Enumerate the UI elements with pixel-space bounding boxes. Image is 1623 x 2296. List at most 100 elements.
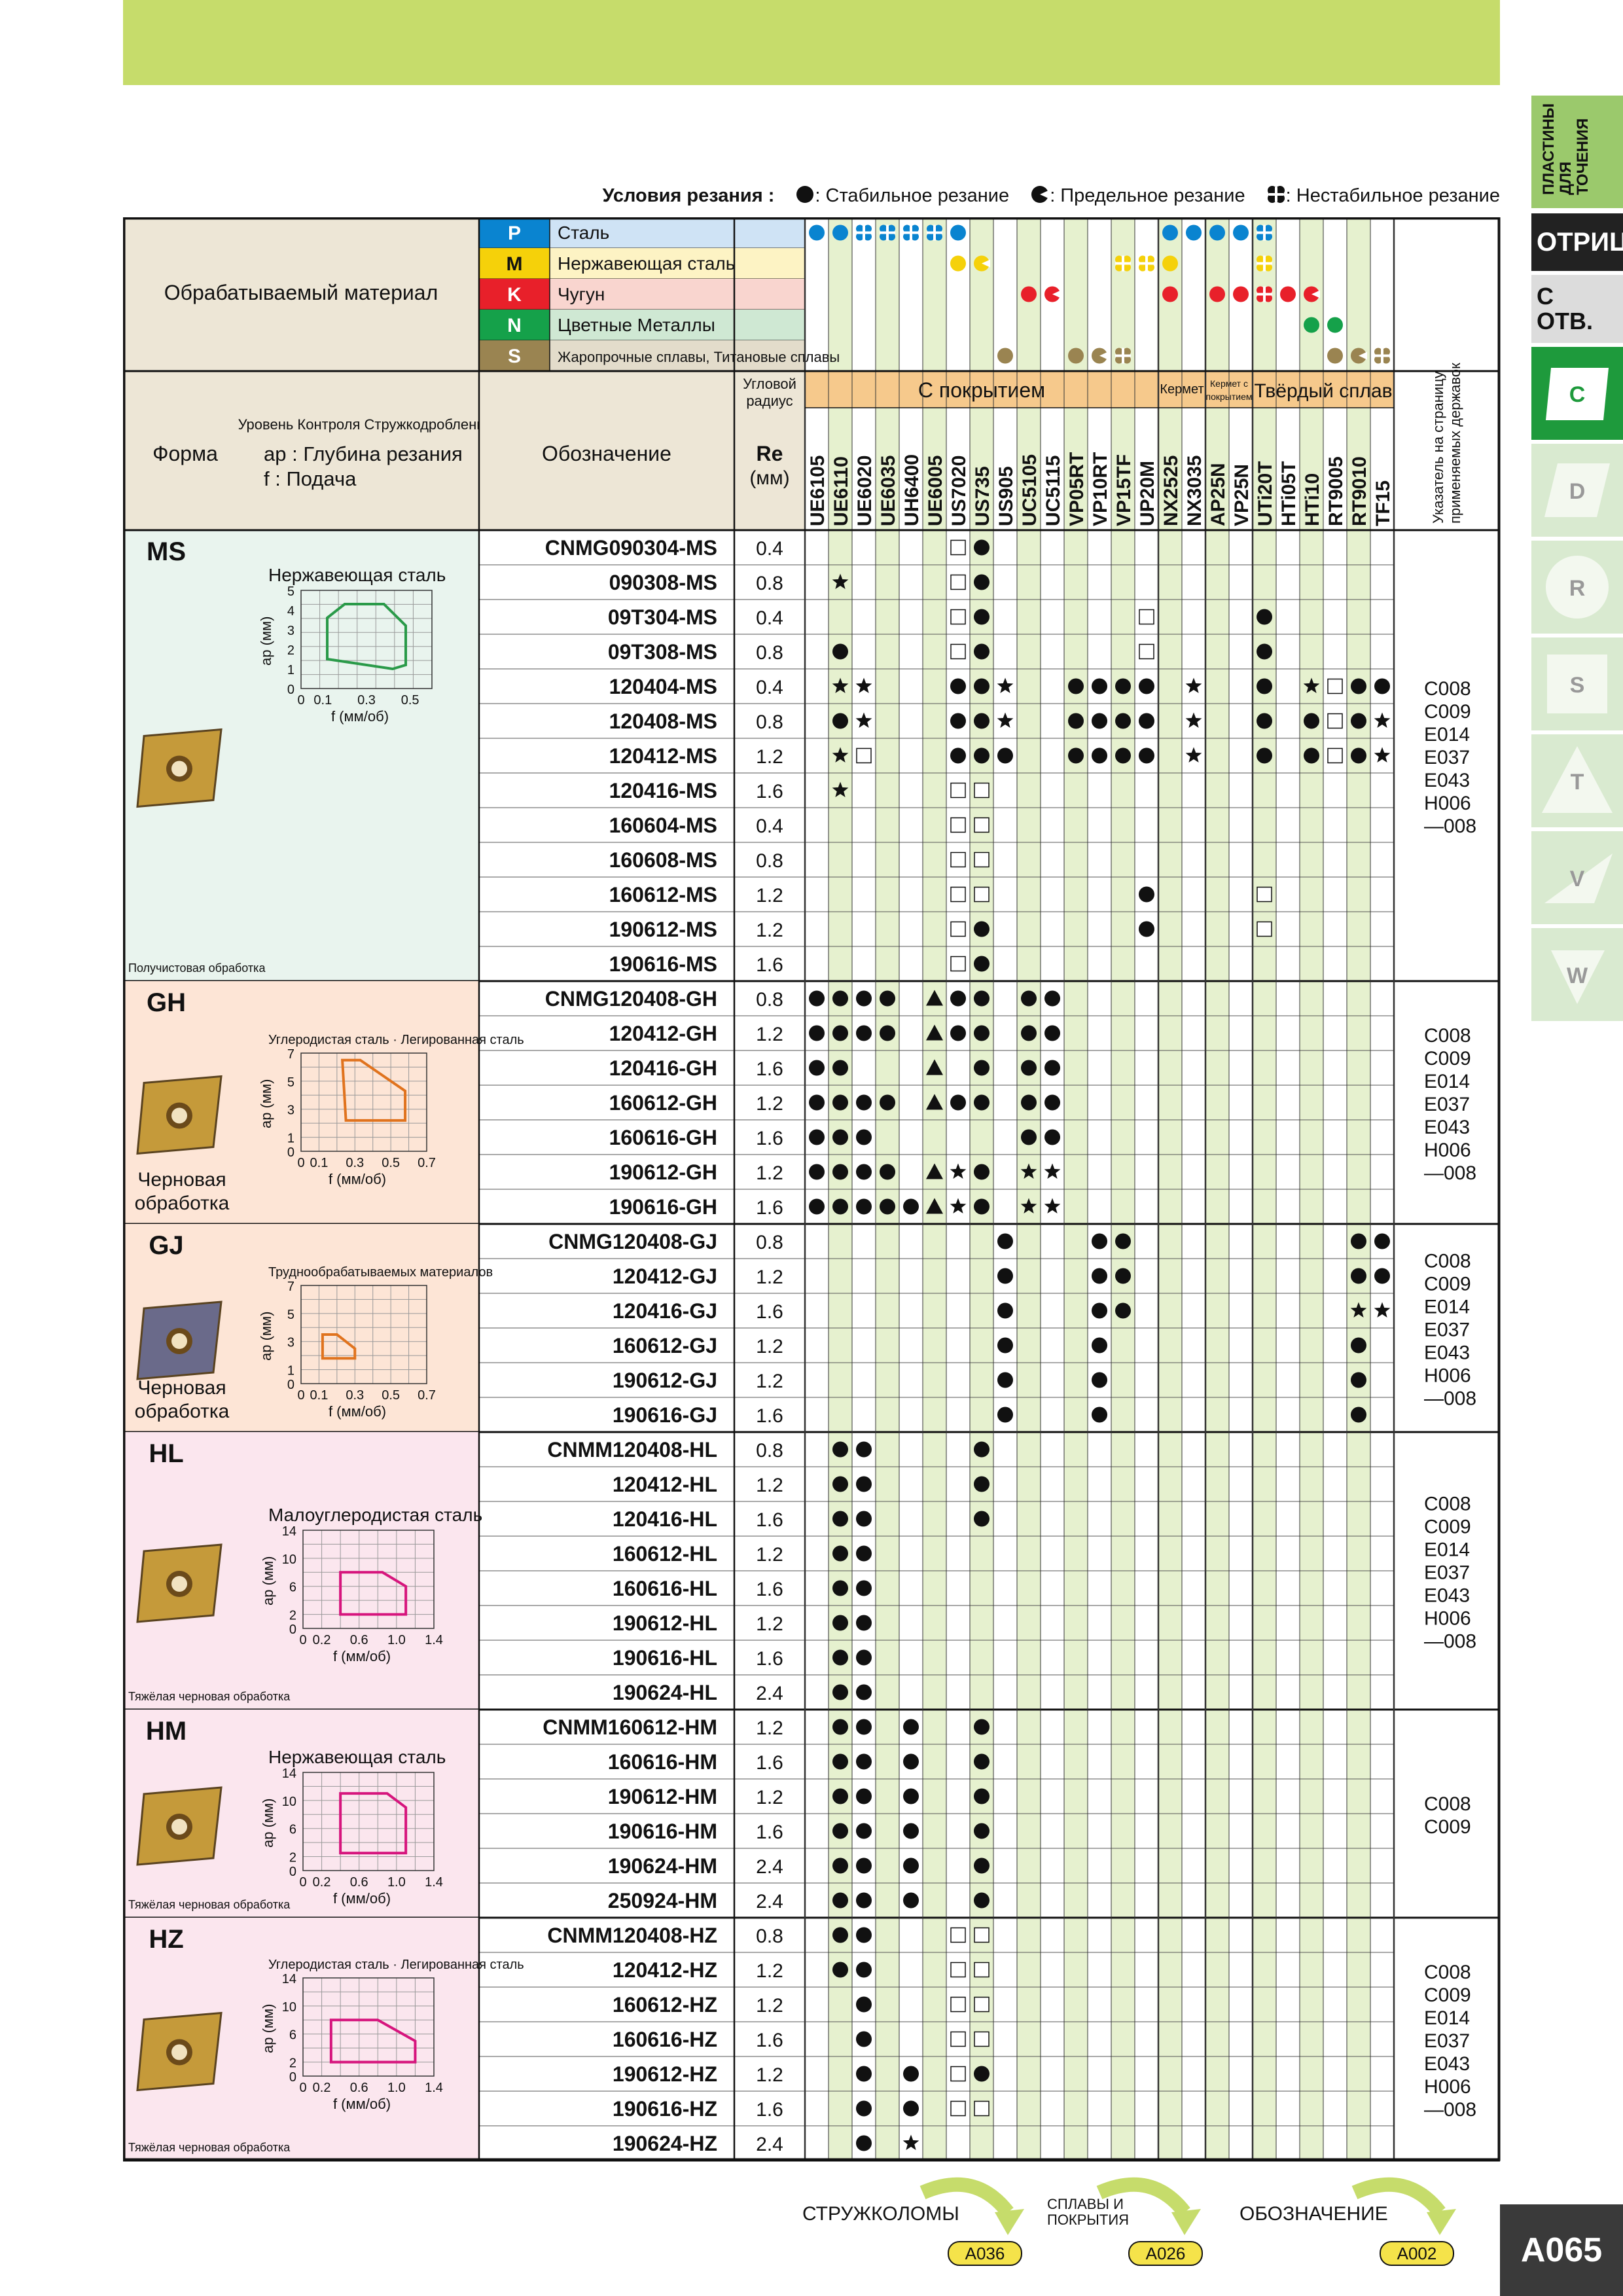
f-tick: 1.4 bbox=[425, 1633, 443, 1647]
mark-recommended bbox=[1257, 678, 1272, 694]
mark-recommended bbox=[856, 1615, 872, 1631]
mark-option bbox=[974, 2031, 990, 2047]
mark-recommended bbox=[880, 1164, 895, 1180]
holder-page-gj: H006 bbox=[1424, 1365, 1471, 1387]
mark-recommended bbox=[832, 1823, 848, 1839]
mark-recommended bbox=[974, 1892, 990, 1909]
tab-turning-inserts[interactable]: ПЛАСТИНЫ ДЛЯ ТОЧЕНИЯ bbox=[1531, 96, 1623, 208]
grade-vp10rt: VP10RT bbox=[1090, 452, 1111, 526]
mark-recommended bbox=[856, 1823, 872, 1839]
tab-shape-r[interactable]: R bbox=[1531, 541, 1623, 634]
mark-recommended bbox=[1021, 1060, 1037, 1076]
re-unit: (мм) bbox=[749, 467, 789, 489]
designation-190612-gj: 190612-GJ bbox=[613, 1369, 717, 1392]
f-unit: f (мм/об) bbox=[329, 1171, 386, 1187]
mark-recommended bbox=[974, 1094, 990, 1111]
ap-tick: 0 bbox=[287, 1145, 294, 1160]
ap-tick: 7 bbox=[287, 1047, 294, 1062]
f-tick: 1.4 bbox=[425, 1875, 443, 1890]
grade-vp05rt: VP05RT bbox=[1066, 452, 1088, 526]
material-code-p: P bbox=[508, 223, 521, 244]
radius-value: 1.2 bbox=[756, 1371, 783, 1392]
holder-page-hl: C008 bbox=[1424, 1494, 1471, 1515]
ap-unit: ap (мм) bbox=[258, 617, 274, 666]
group-code-hz: HZ bbox=[149, 1925, 183, 1954]
radius-value: 1.2 bbox=[756, 1266, 783, 1288]
mark-option bbox=[1327, 747, 1343, 764]
ap-tick: 0 bbox=[287, 1378, 294, 1392]
material-symbol-m-cross bbox=[1257, 262, 1272, 265]
material-symbol-m-cross bbox=[1139, 262, 1154, 265]
mark-star bbox=[855, 712, 872, 728]
ap-tick: 5 bbox=[287, 1308, 294, 1322]
shape-t-label: T bbox=[1571, 770, 1584, 795]
tab-shape-s[interactable]: S bbox=[1531, 637, 1623, 730]
grade-hti10: HTi10 bbox=[1302, 473, 1323, 526]
mark-recommended bbox=[1044, 1094, 1060, 1111]
footer-chipbreakers-page[interactable]: A036 bbox=[948, 2241, 1022, 2266]
mark-recommended bbox=[880, 990, 895, 1007]
holder-page-hm: C009 bbox=[1424, 1816, 1471, 1838]
mark-recommended bbox=[809, 1094, 825, 1111]
tab-negative[interactable]: ОТРИЦ. bbox=[1531, 213, 1623, 271]
tab-with-hole[interactable]: С ОТВ. bbox=[1531, 275, 1623, 343]
mark-option bbox=[950, 921, 966, 937]
material-title: Обрабатываемый материал bbox=[164, 281, 438, 304]
mark-recommended bbox=[809, 1164, 825, 1180]
footer-designation-page[interactable]: A002 bbox=[1380, 2241, 1454, 2266]
radius-value: 0.8 bbox=[756, 1926, 783, 1947]
tab-shape-c[interactable]: C bbox=[1531, 347, 1623, 440]
mark-option bbox=[950, 886, 966, 903]
mark-recommended bbox=[1351, 1372, 1366, 1388]
f-tick: 0.6 bbox=[350, 2081, 368, 2095]
tab-shape-t[interactable]: T bbox=[1531, 734, 1623, 827]
mark-recommended bbox=[1115, 1233, 1131, 1249]
usage-gh-1: Черновая bbox=[137, 1169, 226, 1191]
mark-recommended bbox=[1092, 1302, 1107, 1319]
ap-unit: ap (мм) bbox=[258, 1312, 274, 1361]
designation-190616-hl: 190616-HL bbox=[613, 1646, 717, 1670]
tab-shape-v[interactable]: V bbox=[1531, 831, 1623, 924]
material-code-s: S bbox=[508, 346, 521, 367]
holder-page-ms: —008 bbox=[1424, 816, 1476, 837]
material-symbol-k bbox=[1233, 286, 1249, 302]
designation-120408-ms: 120408-MS bbox=[609, 709, 717, 733]
footer-grades-page[interactable]: A026 bbox=[1128, 2241, 1203, 2266]
tab-turning-label: ПЛАСТИНЫ ДЛЯ ТОЧЕНИЯ bbox=[1540, 103, 1592, 195]
material-symbol-n bbox=[1327, 317, 1343, 333]
grade-ue6020: UE6020 bbox=[854, 456, 876, 526]
f-tick: 0.1 bbox=[313, 693, 332, 708]
designation-160616-hl: 160616-HL bbox=[613, 1577, 717, 1600]
radius-value: 0.4 bbox=[756, 538, 783, 560]
holder-page-hl: E037 bbox=[1424, 1562, 1470, 1584]
designation-120416-gh: 120416-GH bbox=[609, 1056, 717, 1080]
designation-160608-ms: 160608-MS bbox=[609, 848, 717, 872]
insert-grade-table: Обрабатываемый материал P Сталь M Нержавеюща… bbox=[123, 217, 1501, 2162]
mark-option bbox=[950, 852, 966, 868]
designation-190612-hz: 190612-HZ bbox=[613, 2062, 717, 2086]
ap-unit: ap (мм) bbox=[258, 1079, 274, 1129]
tab-shape-w[interactable]: W bbox=[1531, 928, 1623, 1021]
tab-shape-d[interactable]: D bbox=[1531, 444, 1623, 537]
radius-value: 1.6 bbox=[756, 1648, 783, 1670]
material-symbol-s-cross bbox=[1115, 354, 1131, 357]
mark-option bbox=[974, 817, 990, 833]
mark-recommended bbox=[997, 1233, 1013, 1249]
material-name-k: Чугун bbox=[558, 284, 605, 304]
mark-recommended bbox=[1139, 921, 1154, 937]
f-tick: 0.2 bbox=[313, 2081, 331, 2095]
ap-tick: 2 bbox=[289, 1851, 296, 1865]
mark-recommended bbox=[1115, 1268, 1131, 1284]
f-tick: 0.3 bbox=[346, 1388, 364, 1403]
designation-160616-gh: 160616-GH bbox=[609, 1126, 717, 1149]
shape-header: Форма bbox=[152, 442, 218, 465]
mark-recommended bbox=[809, 990, 825, 1007]
radius-title-1: Угловой bbox=[743, 376, 796, 392]
holder-page-gj: C008 bbox=[1424, 1251, 1471, 1272]
designation-cnmg090304-ms: CNMG090304-MS bbox=[545, 536, 717, 560]
mark-recommended bbox=[997, 1337, 1013, 1354]
chart-title-ms: Нержавеющая сталь bbox=[268, 565, 446, 585]
mark-recommended bbox=[997, 1407, 1013, 1423]
f-tick: 1.0 bbox=[387, 1633, 406, 1647]
mark-recommended bbox=[1115, 747, 1131, 764]
